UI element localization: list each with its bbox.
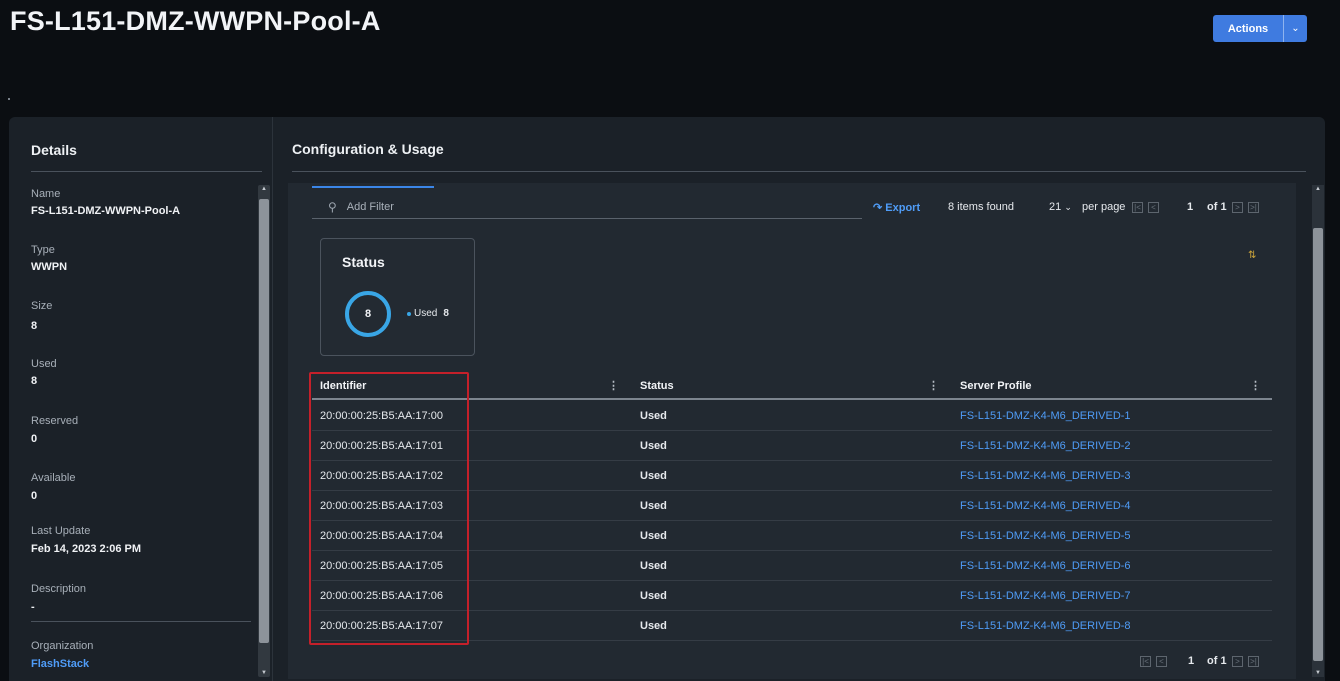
details-scrollbar[interactable]: ▲ ▼	[258, 185, 270, 677]
first-page-icon[interactable]: |<	[1140, 656, 1151, 667]
field-label-organization: Organization	[31, 640, 94, 652]
field-value-reserved: 0	[31, 433, 38, 445]
search-icon: ⚲	[328, 199, 337, 214]
column-header-status[interactable]: Status	[640, 380, 674, 392]
per-page-label: per page	[1082, 201, 1126, 213]
row-server-profile-link[interactable]: FS-L151-DMZ-K4-M6_DERIVED-7	[960, 590, 1131, 602]
field-value-name: FS-L151-DMZ-WWPN-Pool-A	[31, 205, 181, 217]
scroll-up-icon[interactable]: ▲	[1312, 186, 1324, 192]
field-value-last-update: Feb 14, 2023 2:06 PM	[31, 543, 142, 555]
row-status: Used	[640, 620, 667, 632]
row-status: Used	[640, 530, 667, 542]
field-label-type: Type	[31, 244, 55, 256]
items-found: 8 items found	[948, 201, 1015, 213]
page-number-input[interactable]: 1	[1187, 201, 1193, 213]
row-server-profile-link[interactable]: FS-L151-DMZ-K4-M6_DERIVED-8	[960, 620, 1131, 632]
status-card-title: Status	[342, 254, 385, 270]
filter-input[interactable]: Add Filter	[347, 201, 394, 213]
row-server-profile-link[interactable]: FS-L151-DMZ-K4-M6_DERIVED-6	[960, 560, 1131, 572]
status-legend: Used 8	[407, 308, 449, 319]
field-label-description: Description	[31, 583, 87, 595]
export-label: Export	[885, 202, 921, 214]
identifier-highlight-box	[309, 372, 469, 645]
page-of-label: of 1	[1207, 201, 1227, 213]
field-value-size: 8	[31, 320, 38, 332]
row-server-profile-link[interactable]: FS-L151-DMZ-K4-M6_DERIVED-1	[960, 410, 1131, 422]
field-value-description: -	[31, 601, 35, 613]
config-divider	[292, 171, 1306, 172]
export-button[interactable]: ↷ Export	[873, 201, 920, 214]
actions-button[interactable]: Actions	[1213, 15, 1283, 42]
row-server-profile-link[interactable]: FS-L151-DMZ-K4-M6_DERIVED-4	[960, 500, 1131, 512]
prev-page-icon[interactable]: <	[1148, 202, 1159, 213]
collapse-icon[interactable]: ⇅	[1248, 250, 1256, 261]
organization-link[interactable]: FlashStack	[31, 658, 89, 670]
status-donut: 8	[345, 291, 391, 337]
config-title: Configuration & Usage	[292, 141, 444, 157]
legend-value: 8	[443, 308, 449, 319]
sort-icon[interactable]: ⋮	[608, 379, 619, 392]
field-label-last-update: Last Update	[31, 525, 91, 537]
field-value-available: 0	[31, 490, 38, 502]
row-status: Used	[640, 560, 667, 572]
export-icon: ↷	[873, 202, 883, 214]
row-status: Used	[640, 590, 667, 602]
column-header-server-profile[interactable]: Server Profile	[960, 380, 1032, 392]
panel-divider	[272, 117, 273, 681]
per-page-select[interactable]: 21 ⌄	[1049, 201, 1072, 213]
legend-label: Used	[414, 308, 438, 319]
row-server-profile-link[interactable]: FS-L151-DMZ-K4-M6_DERIVED-3	[960, 470, 1131, 482]
tab-indicator	[312, 186, 434, 188]
row-server-profile-link[interactable]: FS-L151-DMZ-K4-M6_DERIVED-5	[960, 530, 1131, 542]
field-label-name: Name	[31, 188, 61, 200]
last-page-icon[interactable]: >|	[1248, 202, 1259, 213]
chevron-down-icon[interactable]: ⌄	[1283, 15, 1307, 42]
field-label-available: Available	[31, 472, 76, 484]
filter-bar[interactable]: ⚲ Add Filter	[312, 195, 862, 219]
chevron-down-icon: ⌄	[1064, 202, 1072, 212]
details-title: Details	[31, 142, 77, 158]
description-divider	[31, 621, 251, 622]
row-status: Used	[640, 500, 667, 512]
field-label-used: Used	[31, 358, 57, 370]
page-of-bottom: of 1	[1207, 655, 1227, 667]
details-panel: Details Name FS-L151-DMZ-WWPN-Pool-A Typ…	[10, 117, 272, 681]
row-server-profile-link[interactable]: FS-L151-DMZ-K4-M6_DERIVED-2	[960, 440, 1131, 452]
next-page-icon[interactable]: >	[1232, 202, 1243, 213]
decorative-dot	[8, 98, 10, 100]
prev-page-icon[interactable]: <	[1156, 656, 1167, 667]
row-status: Used	[640, 470, 667, 482]
details-divider	[31, 171, 262, 172]
legend-dot	[407, 311, 411, 316]
last-page-icon[interactable]: >|	[1248, 656, 1259, 667]
field-value-type: WWPN	[31, 261, 68, 273]
per-page-value: 21	[1049, 201, 1062, 213]
page-title: FS-L151-DMZ-WWPN-Pool-A	[10, 6, 381, 36]
page-number-bottom[interactable]: 1	[1188, 655, 1194, 667]
details-scroll-thumb[interactable]	[259, 199, 269, 643]
status-card: Status 8 Used 8	[320, 238, 475, 356]
sort-icon[interactable]: ⋮	[1250, 379, 1261, 392]
first-page-icon[interactable]: |<	[1132, 202, 1143, 213]
config-scrollbar[interactable]: ▲ ▼	[1312, 185, 1324, 677]
config-scroll-thumb[interactable]	[1313, 228, 1323, 661]
row-status: Used	[640, 440, 667, 452]
scroll-down-icon[interactable]: ▼	[1312, 670, 1324, 676]
scroll-up-icon[interactable]: ▲	[258, 186, 270, 192]
field-label-reserved: Reserved	[31, 415, 79, 427]
sort-icon[interactable]: ⋮	[928, 379, 939, 392]
next-page-icon[interactable]: >	[1232, 656, 1243, 667]
actions-button-group[interactable]: Actions ⌄	[1213, 15, 1307, 42]
scroll-down-icon[interactable]: ▼	[258, 670, 270, 676]
row-status: Used	[640, 410, 667, 422]
field-label-size: Size	[31, 300, 53, 312]
field-value-used: 8	[31, 375, 38, 387]
